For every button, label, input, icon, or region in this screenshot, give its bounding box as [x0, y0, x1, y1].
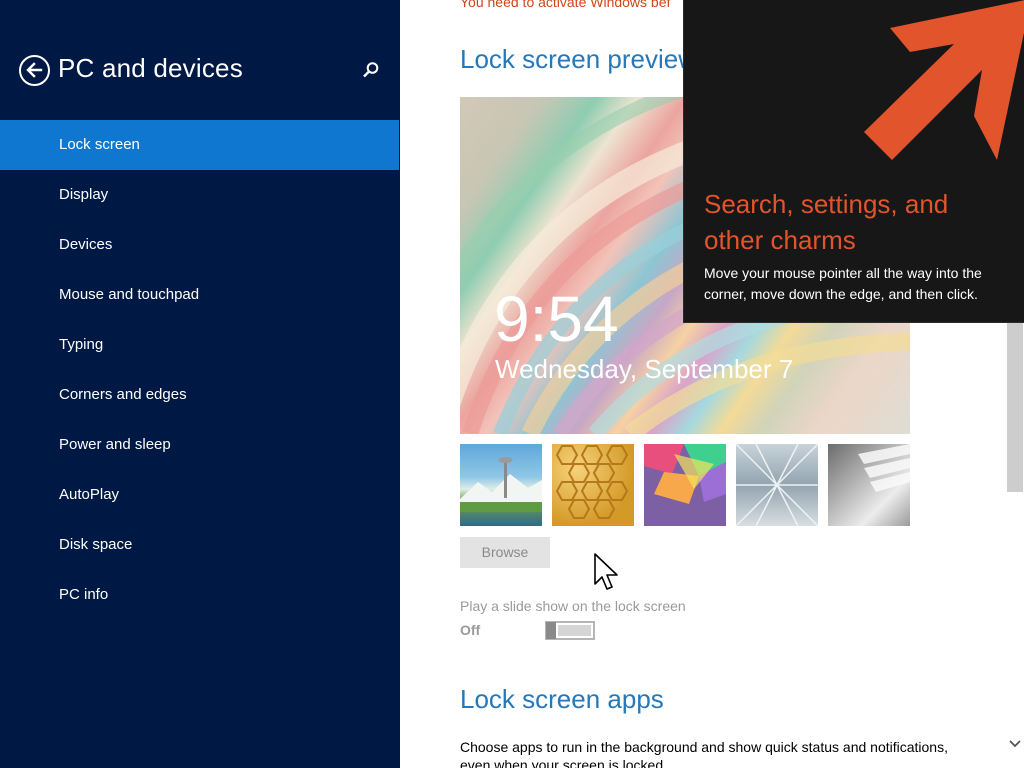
- search-icon[interactable]: [361, 60, 381, 80]
- activation-warning[interactable]: You need to activate Windows bef: [460, 0, 670, 10]
- sidebar-item-autoplay[interactable]: AutoPlay: [0, 470, 399, 520]
- back-button[interactable]: [19, 55, 50, 86]
- slideshow-toggle[interactable]: [545, 621, 595, 640]
- background-thumbnail[interactable]: [644, 444, 726, 526]
- background-thumbnail[interactable]: [552, 444, 634, 526]
- sidebar-item-typing[interactable]: Typing: [0, 320, 399, 370]
- background-thumbnail[interactable]: [736, 444, 818, 526]
- sidebar-item-power-and-sleep[interactable]: Power and sleep: [0, 420, 399, 470]
- page-title: PC and devices: [58, 53, 243, 83]
- charms-hint-title: Search, settings, and other charms: [704, 189, 949, 255]
- charms-hint-popup: Search, settings, and other charms Move …: [683, 0, 1024, 323]
- apps-description: Choose apps to run in the background and…: [460, 739, 948, 768]
- browse-button[interactable]: Browse: [460, 537, 550, 568]
- section-heading-apps: Lock screen apps: [460, 684, 664, 714]
- charms-hint-body: Move your mouse pointer all the way into…: [704, 265, 982, 302]
- background-thumbnail[interactable]: [828, 444, 910, 526]
- toggle-track: [558, 625, 591, 636]
- sidebar-item-disk-space[interactable]: Disk space: [0, 520, 399, 570]
- sidebar-item-mouse-and-touchpad[interactable]: Mouse and touchpad: [0, 270, 399, 320]
- sidebar-item-display[interactable]: Display: [0, 170, 399, 220]
- toggle-thumb[interactable]: [546, 622, 556, 639]
- chevron-down-icon[interactable]: [1009, 738, 1021, 750]
- lock-screen-time: 9:54: [494, 283, 619, 355]
- sidebar: PC and devices Lock screen Display Devic…: [0, 0, 400, 768]
- sidebar-item-lock-screen[interactable]: Lock screen: [0, 120, 399, 170]
- section-heading-preview: Lock screen preview: [460, 44, 697, 74]
- background-picker: [460, 444, 910, 526]
- sidebar-item-corners-and-edges[interactable]: Corners and edges: [0, 370, 399, 420]
- sidebar-nav: Lock screen Display Devices Mouse and to…: [0, 120, 399, 620]
- background-thumbnail[interactable]: [460, 444, 542, 526]
- sidebar-item-pc-info[interactable]: PC info: [0, 570, 399, 620]
- arrow-up-right-icon: [864, 0, 1024, 160]
- slideshow-state-text: Off: [460, 622, 481, 638]
- slideshow-label: Play a slide show on the lock screen: [460, 598, 686, 614]
- scrollbar-thumb[interactable]: [1007, 322, 1023, 492]
- mouse-pointer-icon: [594, 553, 618, 590]
- back-arrow-icon: [26, 62, 43, 78]
- sidebar-item-devices[interactable]: Devices: [0, 220, 399, 270]
- lock-screen-date: Wednesday, September 7: [495, 354, 794, 384]
